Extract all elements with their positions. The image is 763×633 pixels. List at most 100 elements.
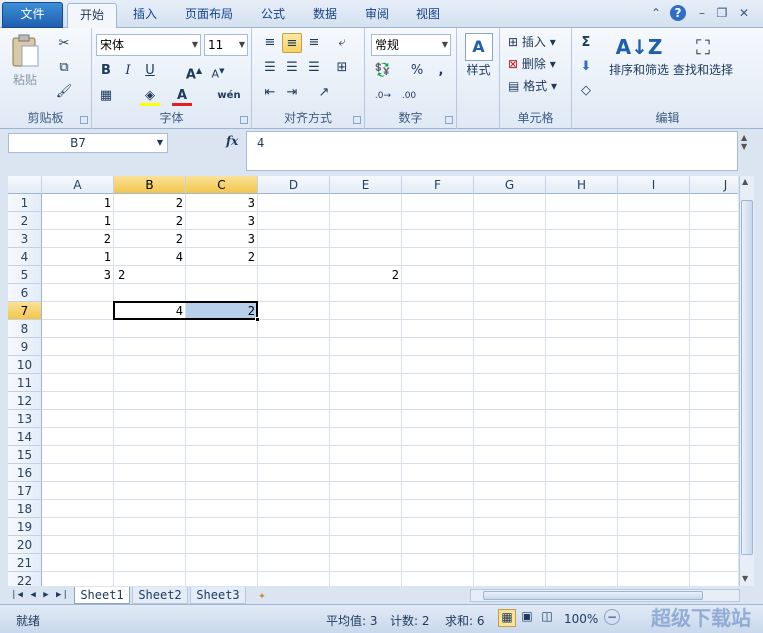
insert-cells-button[interactable]: ⊞ 插入 ▾: [508, 33, 556, 50]
font-size-select[interactable]: 11 ▼: [204, 34, 248, 56]
font-name-select[interactable]: 宋体 ▼: [96, 34, 201, 56]
row-header-3[interactable]: 3: [8, 230, 42, 248]
cell-c3[interactable]: 3: [186, 230, 258, 248]
find-select-button[interactable]: ⛶ 查找和选择: [672, 33, 734, 78]
collapse-ribbon-icon[interactable]: ⌃: [648, 5, 664, 21]
column-header-a[interactable]: A: [42, 176, 114, 194]
row-header-16[interactable]: 16: [8, 464, 42, 482]
select-all-corner[interactable]: [8, 176, 42, 194]
sheet-tab-3[interactable]: Sheet3: [190, 587, 246, 604]
sheet-tab-2[interactable]: Sheet2: [132, 587, 188, 604]
phonetic-button[interactable]: wén: [216, 86, 242, 106]
column-header-b[interactable]: B: [114, 176, 186, 194]
align-top-icon[interactable]: ≡: [260, 33, 280, 53]
help-icon[interactable]: ?: [670, 5, 686, 21]
tab-formulas[interactable]: 公式: [250, 3, 296, 28]
decrease-font-icon[interactable]: A▼: [208, 61, 228, 81]
copy-icon[interactable]: ⧉: [54, 58, 74, 78]
font-launcher-icon[interactable]: [240, 116, 248, 124]
currency-icon[interactable]: 💱: [373, 61, 393, 81]
row-header-11[interactable]: 11: [8, 374, 42, 392]
paste-button[interactable]: 粘贴: [8, 34, 42, 88]
restore-icon[interactable]: ❐: [714, 5, 730, 21]
insert-sheet-icon[interactable]: ✦: [252, 587, 272, 604]
clipboard-launcher-icon[interactable]: [80, 116, 88, 124]
delete-cells-button[interactable]: ⊠ 删除 ▾: [508, 55, 556, 72]
column-header-d[interactable]: D: [258, 176, 330, 194]
align-bottom-icon[interactable]: ≡: [304, 33, 324, 53]
row-header-8[interactable]: 8: [8, 320, 42, 338]
insert-function-button[interactable]: fx: [226, 134, 238, 148]
column-header-e[interactable]: E: [330, 176, 402, 194]
decrease-indent-icon[interactable]: ⇤: [260, 83, 280, 103]
tab-view[interactable]: 视图: [405, 3, 451, 28]
cell-c2[interactable]: 3: [186, 212, 258, 230]
normal-view-icon[interactable]: ▦: [498, 609, 516, 627]
cut-icon[interactable]: ✂: [54, 34, 74, 54]
align-middle-icon[interactable]: ≡: [282, 33, 302, 53]
vertical-scroll-thumb[interactable]: [741, 200, 753, 555]
font-color-icon[interactable]: A: [172, 86, 192, 106]
row-header-22[interactable]: 22: [8, 572, 42, 586]
row-header-14[interactable]: 14: [8, 428, 42, 446]
fill-icon[interactable]: ⬇: [576, 57, 596, 77]
increase-indent-icon[interactable]: ⇥: [282, 83, 302, 103]
row-header-2[interactable]: 2: [8, 212, 42, 230]
column-header-c[interactable]: C: [186, 176, 258, 194]
cell-e5[interactable]: 2: [330, 266, 402, 284]
row-header-17[interactable]: 17: [8, 482, 42, 500]
tab-page-layout[interactable]: 页面布局: [175, 3, 243, 28]
wrap-text-icon[interactable]: ⤶: [332, 33, 352, 53]
worksheet-grid[interactable]: A B C D E F G H I J 1 2 3 4 5 6 7 8 9 10 11 12 13 14 15 16 17 18 19 2…: [8, 176, 738, 586]
align-left-icon[interactable]: ☰: [260, 58, 280, 78]
number-launcher-icon[interactable]: [445, 116, 453, 124]
horizontal-scroll-thumb[interactable]: [483, 591, 703, 600]
cell-c4[interactable]: 2: [186, 248, 258, 266]
alignment-launcher-icon[interactable]: [353, 116, 361, 124]
cell-a3[interactable]: 2: [42, 230, 114, 248]
number-format-select[interactable]: 常规 ▼: [371, 34, 451, 56]
underline-button[interactable]: U: [140, 61, 160, 81]
row-header-6[interactable]: 6: [8, 284, 42, 302]
increase-font-icon[interactable]: A▲: [184, 61, 204, 82]
autosum-icon[interactable]: Σ: [576, 33, 596, 53]
row-header-1[interactable]: 1: [8, 194, 42, 212]
cell-b1[interactable]: 2: [114, 194, 186, 212]
comma-button[interactable]: ,: [431, 61, 451, 81]
close-icon[interactable]: ✕: [736, 5, 752, 21]
cell-c1[interactable]: 3: [186, 194, 258, 212]
cell-a5[interactable]: 3: [42, 266, 114, 284]
minimize-icon[interactable]: –: [694, 5, 710, 21]
italic-button[interactable]: I: [118, 61, 138, 81]
row-header-9[interactable]: 9: [8, 338, 42, 356]
cell-b4[interactable]: 4: [114, 248, 186, 266]
decrease-decimal-icon[interactable]: .00: [399, 86, 419, 106]
cell-b5[interactable]: 2: [114, 266, 186, 284]
row-header-15[interactable]: 15: [8, 446, 42, 464]
borders-icon[interactable]: ▦: [96, 86, 116, 106]
page-layout-view-icon[interactable]: ▣: [518, 609, 536, 627]
cell-a1[interactable]: 1: [42, 194, 114, 212]
sheet-nav-icon[interactable]: |◀ ◀ ▶ ▶|: [10, 587, 70, 604]
scroll-up-icon[interactable]: ▲: [742, 177, 748, 186]
percent-button[interactable]: %: [407, 61, 427, 81]
format-painter-icon[interactable]: 🖌: [54, 82, 74, 102]
cell-b3[interactable]: 2: [114, 230, 186, 248]
clear-icon[interactable]: ◇: [576, 81, 596, 101]
scroll-down-icon[interactable]: ▼: [742, 574, 748, 583]
row-header-18[interactable]: 18: [8, 500, 42, 518]
row-header-10[interactable]: 10: [8, 356, 42, 374]
sheet-tab-1[interactable]: Sheet1: [74, 587, 130, 604]
zoom-out-icon[interactable]: −: [604, 609, 620, 625]
format-cells-button[interactable]: ▤ 格式 ▾: [508, 77, 557, 94]
row-header-5[interactable]: 5: [8, 266, 42, 284]
column-header-h[interactable]: H: [546, 176, 618, 194]
row-header-12[interactable]: 12: [8, 392, 42, 410]
column-header-g[interactable]: G: [474, 176, 546, 194]
fill-color-icon[interactable]: ◈: [140, 86, 160, 106]
fill-handle[interactable]: [255, 317, 260, 322]
column-header-f[interactable]: F: [402, 176, 474, 194]
align-right-icon[interactable]: ☰: [304, 58, 324, 78]
bold-button[interactable]: B: [96, 61, 116, 81]
tab-home[interactable]: 开始: [67, 3, 117, 28]
